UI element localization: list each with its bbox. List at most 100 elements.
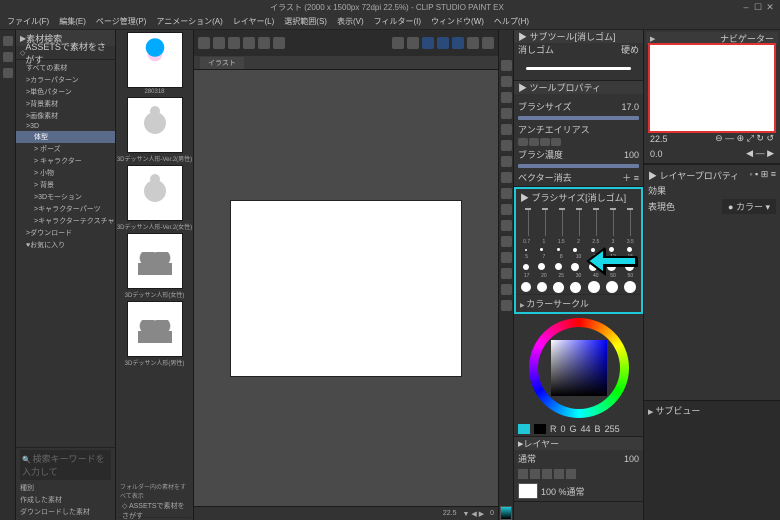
tool-icon[interactable] xyxy=(501,60,512,71)
menubar: ファイル(F) 編集(E) ページ管理(P) アニメーション(A) レイヤー(L… xyxy=(0,14,780,30)
status-bar: 22.5▼ ◀ ▶0 xyxy=(194,506,498,520)
toolbar-icon[interactable] xyxy=(422,37,434,49)
bg-chip[interactable] xyxy=(534,424,546,434)
tree-item[interactable]: 体型 xyxy=(16,131,115,143)
tool-icon[interactable] xyxy=(3,36,13,46)
brush-preview xyxy=(514,56,643,80)
colorcircle-panel: R0 G44 B255 xyxy=(514,314,643,437)
tree-item[interactable]: > ポーズ xyxy=(16,143,115,155)
material-thumb[interactable]: 3Dデッサン人形(女性) xyxy=(118,233,191,299)
toolbar-icon[interactable] xyxy=(243,37,255,49)
expression-select[interactable]: ● カラー ▾ xyxy=(722,199,776,214)
tool-icon[interactable] xyxy=(3,52,13,62)
kind-downloaded[interactable]: ダウンロードした素材 xyxy=(20,506,111,518)
toolbar-icon[interactable] xyxy=(467,37,479,49)
fg-chip[interactable] xyxy=(518,424,530,434)
toolbar-icon[interactable] xyxy=(437,37,449,49)
tree-item[interactable]: >カラーパターン xyxy=(16,74,115,86)
rightmost-panels: ▶ ナビゲーター 22.5⊖ — ⊕ ⤢ ↻ ↺ 0.0◀ — ▶ ▶ レイヤー… xyxy=(644,30,780,520)
layer-thumb xyxy=(518,483,538,499)
minimize-button[interactable]: – xyxy=(740,2,752,12)
tree-item[interactable]: >ダウンロード xyxy=(16,227,115,239)
toolbar-icon[interactable] xyxy=(407,37,419,49)
toolbar-icon[interactable] xyxy=(258,37,270,49)
annotation-arrow-icon xyxy=(584,245,640,279)
layerprop-panel: ▶ レイヤープロパティ◦ ▪ ⊞ ≡ 効果 表現色● カラー ▾ xyxy=(644,164,780,218)
tool-icon[interactable] xyxy=(501,268,512,279)
color-square[interactable] xyxy=(551,340,607,396)
close-button[interactable]: ✕ xyxy=(764,2,776,13)
material-sidebar: ▶ 素材検索 ◇ ASSETSで素材をさがす すべての素材>カラーパターン>単色… xyxy=(16,30,116,520)
tool-icon[interactable] xyxy=(501,252,512,263)
menu-file[interactable]: ファイル(F) xyxy=(4,16,52,27)
tool-icon[interactable] xyxy=(3,68,13,78)
tool-icon[interactable] xyxy=(501,108,512,119)
toolproperty-panel: ▶ ツールプロパティ ブラシサイズ17.0 アンチエイリアス ブラシ濃度100 … xyxy=(514,81,643,187)
toolbar-icon[interactable] xyxy=(198,37,210,49)
tree-item[interactable]: >キャラクターテクスチャ xyxy=(16,215,115,227)
tool-icon[interactable] xyxy=(501,300,512,311)
tree-item[interactable]: >背景素材 xyxy=(16,98,115,110)
menu-edit[interactable]: 編集(E) xyxy=(56,16,89,27)
toolbar-icon[interactable] xyxy=(392,37,404,49)
toolbar-icon[interactable] xyxy=(273,37,285,49)
tool-icon[interactable] xyxy=(501,236,512,247)
left-toolstrip xyxy=(0,30,16,520)
density-slider[interactable] xyxy=(518,164,639,168)
toolbar-icon[interactable] xyxy=(228,37,240,49)
material-thumb[interactable]: 3Dデッサン人形(男性) xyxy=(118,301,191,367)
maximize-button[interactable]: ☐ xyxy=(752,2,764,13)
tree-item[interactable]: >キャラクターパーツ xyxy=(16,203,115,215)
canvas-area: イラスト 22.5▼ ◀ ▶0 xyxy=(194,30,498,520)
subtool-panel: ▶ サブツール[消しゴム] 消しゴム硬め xyxy=(514,30,643,81)
subview-panel: ▶ サブビュー xyxy=(644,400,780,520)
canvas[interactable] xyxy=(231,201,461,376)
menu-anim[interactable]: アニメーション(A) xyxy=(153,16,225,27)
search-input[interactable]: 🔍 検索キーワードを入力して xyxy=(20,450,111,480)
material-thumb[interactable]: 3Dデッサン人形-Ver.2(男性) xyxy=(118,97,191,163)
tool-icon[interactable] xyxy=(501,92,512,103)
menu-layer[interactable]: レイヤー(L) xyxy=(230,16,278,27)
brushsize-slider[interactable] xyxy=(518,116,639,120)
tree-item[interactable]: > キャラクター xyxy=(16,155,115,167)
toolbar-icon[interactable] xyxy=(452,37,464,49)
assets-search[interactable]: ◇ ASSETSで素材をさがす xyxy=(16,46,115,60)
material-thumbs: 2803183Dデッサン人形-Ver.2(男性)3Dデッサン人形-Ver.2(女… xyxy=(116,30,194,520)
canvas-tab[interactable]: イラスト xyxy=(200,57,244,69)
tool-icon[interactable] xyxy=(501,76,512,87)
material-thumb[interactable]: 3Dデッサン人形-Ver.2(女性) xyxy=(118,165,191,231)
tree-item[interactable]: > 背景 xyxy=(16,179,115,191)
tool-icon[interactable] xyxy=(501,284,512,295)
menu-window[interactable]: ウィンドウ(W) xyxy=(428,16,487,27)
tree-item[interactable]: >画像素材 xyxy=(16,110,115,122)
tree-item[interactable]: >3D xyxy=(16,122,115,131)
tree-item[interactable]: すべての素材 xyxy=(16,62,115,74)
layer-row[interactable]: 100 %通常 xyxy=(514,481,643,501)
tree-item[interactable]: > 小物 xyxy=(16,167,115,179)
toolbar-icon[interactable] xyxy=(482,37,494,49)
tool-icon[interactable] xyxy=(501,188,512,199)
tree-item[interactable]: >単色パターン xyxy=(16,86,115,98)
tool-icon[interactable] xyxy=(501,204,512,215)
menu-page[interactable]: ページ管理(P) xyxy=(93,16,150,27)
fgbg-color[interactable] xyxy=(500,506,512,520)
zoom-value: 22.5 xyxy=(443,510,457,517)
menu-view[interactable]: 表示(V) xyxy=(334,16,367,27)
menu-filter[interactable]: フィルター(I) xyxy=(371,16,424,27)
tool-icon[interactable] xyxy=(501,124,512,135)
tree-item[interactable]: ♥お気に入り xyxy=(16,239,115,251)
tool-icon[interactable] xyxy=(501,172,512,183)
menu-help[interactable]: ヘルプ(H) xyxy=(491,16,532,27)
tool-icon[interactable] xyxy=(501,140,512,151)
color-wheel[interactable] xyxy=(529,318,629,418)
canvas-viewport[interactable] xyxy=(194,70,498,506)
tree-item[interactable]: >3Dモーション xyxy=(16,191,115,203)
tool-icon[interactable] xyxy=(501,220,512,231)
tool-icon[interactable] xyxy=(501,156,512,167)
material-thumb[interactable]: 280318 xyxy=(118,32,191,95)
navigator-preview[interactable] xyxy=(650,45,774,131)
toolbar-icon[interactable] xyxy=(213,37,225,49)
menu-select[interactable]: 選択範囲(S) xyxy=(281,16,330,27)
window-title: イラスト (2000 x 1500px 72dpi 22.5%) - CLIP … xyxy=(34,2,740,13)
kind-created[interactable]: 作成した素材 xyxy=(20,494,111,506)
